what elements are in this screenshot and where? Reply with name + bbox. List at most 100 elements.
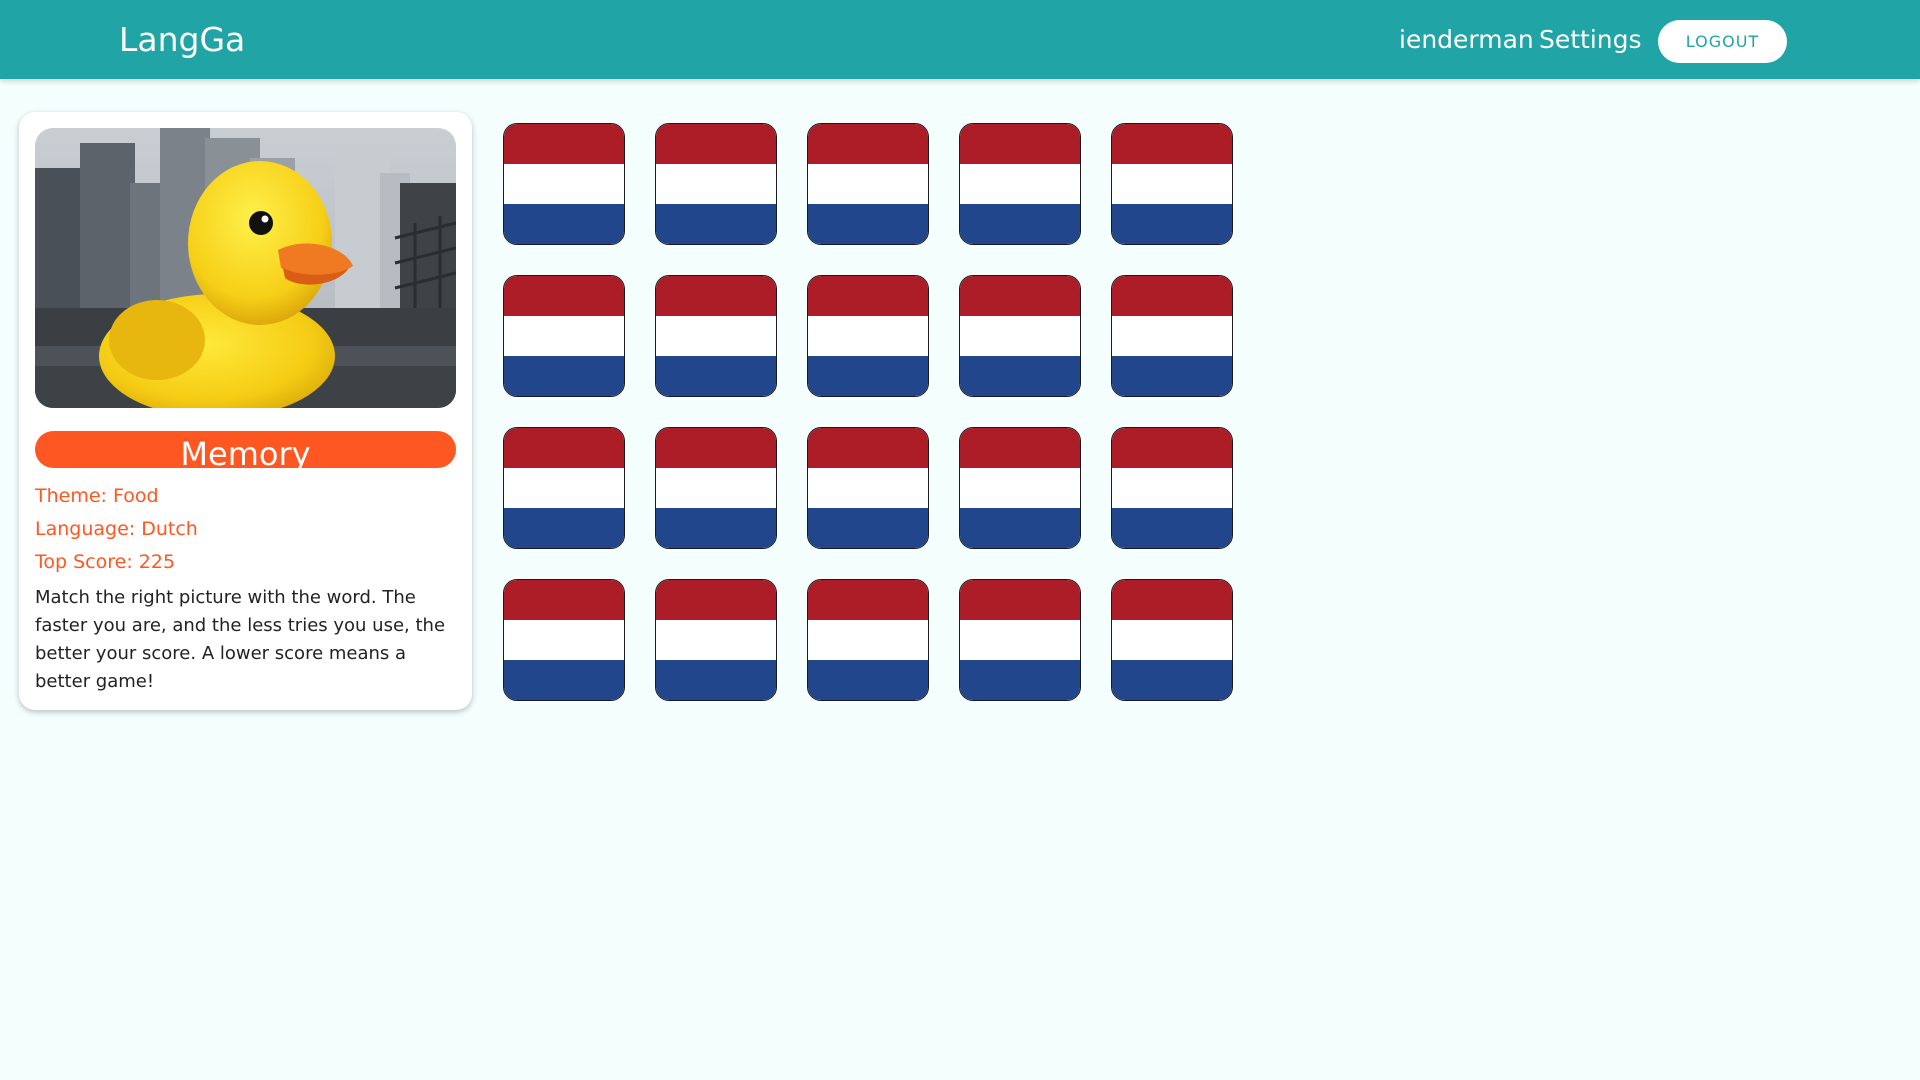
memory-card[interactable]	[503, 275, 625, 397]
dutch-flag-icon	[1112, 580, 1232, 700]
flag-stripe	[960, 620, 1080, 660]
flag-stripe	[960, 660, 1080, 700]
flag-stripe	[1112, 468, 1232, 508]
flag-stripe	[656, 580, 776, 620]
flag-stripe	[504, 164, 624, 204]
flag-stripe	[1112, 660, 1232, 700]
memory-card[interactable]	[807, 427, 929, 549]
flag-stripe	[1112, 580, 1232, 620]
memory-card[interactable]	[655, 275, 777, 397]
language-label: Language:	[35, 518, 136, 540]
flag-stripe	[808, 164, 928, 204]
dutch-flag-icon	[504, 428, 624, 548]
dutch-flag-icon	[504, 580, 624, 700]
language-value: Dutch	[141, 518, 198, 540]
dutch-flag-icon	[960, 276, 1080, 396]
nav-settings-link[interactable]: Settings	[1539, 24, 1642, 56]
top-score-line: Top Score: 225	[35, 550, 175, 574]
flag-stripe	[960, 356, 1080, 396]
dutch-flag-icon	[656, 124, 776, 244]
flag-stripe	[504, 620, 624, 660]
flag-stripe	[960, 316, 1080, 356]
memory-card[interactable]	[1111, 579, 1233, 701]
flag-stripe	[504, 508, 624, 548]
memory-card[interactable]	[807, 275, 929, 397]
game-image-duck	[35, 128, 456, 408]
flag-stripe	[808, 580, 928, 620]
theme-line: Theme: Food	[35, 484, 159, 508]
flag-stripe	[656, 276, 776, 316]
memory-card[interactable]	[807, 579, 929, 701]
flag-stripe	[1112, 356, 1232, 396]
flag-stripe	[1112, 276, 1232, 316]
memory-card[interactable]	[655, 123, 777, 245]
flag-stripe	[808, 316, 928, 356]
flag-stripe	[960, 508, 1080, 548]
memory-card[interactable]	[959, 579, 1081, 701]
flag-stripe	[808, 204, 928, 244]
flag-stripe	[656, 356, 776, 396]
flag-stripe	[960, 580, 1080, 620]
flag-stripe	[1112, 164, 1232, 204]
memory-card[interactable]	[1111, 427, 1233, 549]
flag-stripe	[808, 468, 928, 508]
flag-stripe	[504, 468, 624, 508]
flag-stripe	[960, 204, 1080, 244]
flag-stripe	[504, 276, 624, 316]
logout-button[interactable]: LOGOUT	[1658, 20, 1787, 63]
flag-stripe	[1112, 124, 1232, 164]
flag-stripe	[656, 428, 776, 468]
flag-stripe	[960, 276, 1080, 316]
brand-logo[interactable]: LangGa	[119, 20, 245, 60]
flag-stripe	[656, 508, 776, 548]
dutch-flag-icon	[656, 580, 776, 700]
flag-stripe	[808, 124, 928, 164]
theme-value: Food	[112, 485, 159, 507]
language-line: Language: Dutch	[35, 517, 198, 541]
flag-stripe	[808, 356, 928, 396]
memory-card[interactable]	[959, 427, 1081, 549]
dutch-flag-icon	[656, 276, 776, 396]
flag-stripe	[808, 428, 928, 468]
memory-card[interactable]	[503, 123, 625, 245]
game-title: Memory	[180, 435, 311, 473]
dutch-flag-icon	[808, 276, 928, 396]
memory-card[interactable]	[503, 427, 625, 549]
flag-stripe	[808, 660, 928, 700]
dutch-flag-icon	[960, 580, 1080, 700]
top-navbar: LangGa ienderman Settings LOGOUT	[0, 0, 1920, 79]
memory-card[interactable]	[959, 123, 1081, 245]
game-info-card: Memory Theme: Food Language: Dutch Top S…	[19, 112, 472, 710]
flag-stripe	[504, 204, 624, 244]
memory-card-grid	[503, 123, 1233, 701]
flag-stripe	[504, 316, 624, 356]
nav-user-link[interactable]: ienderman	[1399, 24, 1534, 56]
flag-stripe	[960, 428, 1080, 468]
memory-card[interactable]	[655, 427, 777, 549]
flag-stripe	[808, 508, 928, 548]
top-score-value: 225	[138, 551, 176, 573]
memory-card[interactable]	[959, 275, 1081, 397]
dutch-flag-icon	[1112, 428, 1232, 548]
memory-card[interactable]	[655, 579, 777, 701]
flag-stripe	[656, 468, 776, 508]
memory-card[interactable]	[1111, 275, 1233, 397]
flag-stripe	[504, 580, 624, 620]
top-score-label: Top Score:	[35, 551, 133, 573]
dutch-flag-icon	[504, 276, 624, 396]
theme-label: Theme:	[35, 485, 107, 507]
memory-card[interactable]	[503, 579, 625, 701]
memory-card[interactable]	[807, 123, 929, 245]
dutch-flag-icon	[1112, 276, 1232, 396]
dutch-flag-icon	[960, 428, 1080, 548]
memory-card[interactable]	[1111, 123, 1233, 245]
flag-stripe	[656, 620, 776, 660]
flag-stripe	[656, 316, 776, 356]
flag-stripe	[1112, 508, 1232, 548]
flag-stripe	[504, 660, 624, 700]
dutch-flag-icon	[1112, 124, 1232, 244]
flag-stripe	[656, 164, 776, 204]
dutch-flag-icon	[808, 124, 928, 244]
dutch-flag-icon	[656, 428, 776, 548]
flag-stripe	[656, 204, 776, 244]
